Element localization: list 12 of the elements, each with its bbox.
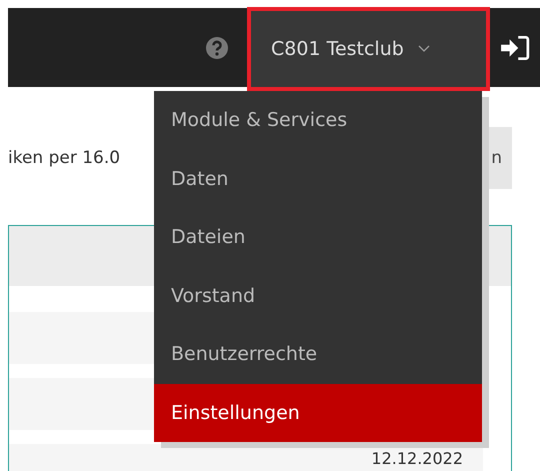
menu-item[interactable]: Daten xyxy=(154,150,482,208)
intro-text: iken per 16.0 xyxy=(8,148,120,168)
menu-item[interactable]: Benutzerrechte xyxy=(154,325,482,384)
menu-item[interactable]: Vorstand xyxy=(154,266,482,325)
menu-item[interactable]: Dateien xyxy=(154,208,482,266)
date-cell-text: 12.12.2022 xyxy=(371,448,464,467)
club-menu-button[interactable]: C801 Testclub xyxy=(251,11,486,87)
sign-in-icon[interactable] xyxy=(500,34,530,60)
caret-icon xyxy=(418,45,430,53)
menu-item[interactable]: Module & Services xyxy=(154,91,482,150)
help-icon[interactable] xyxy=(205,36,229,60)
menu-item[interactable]: Einstellungen xyxy=(154,384,482,442)
